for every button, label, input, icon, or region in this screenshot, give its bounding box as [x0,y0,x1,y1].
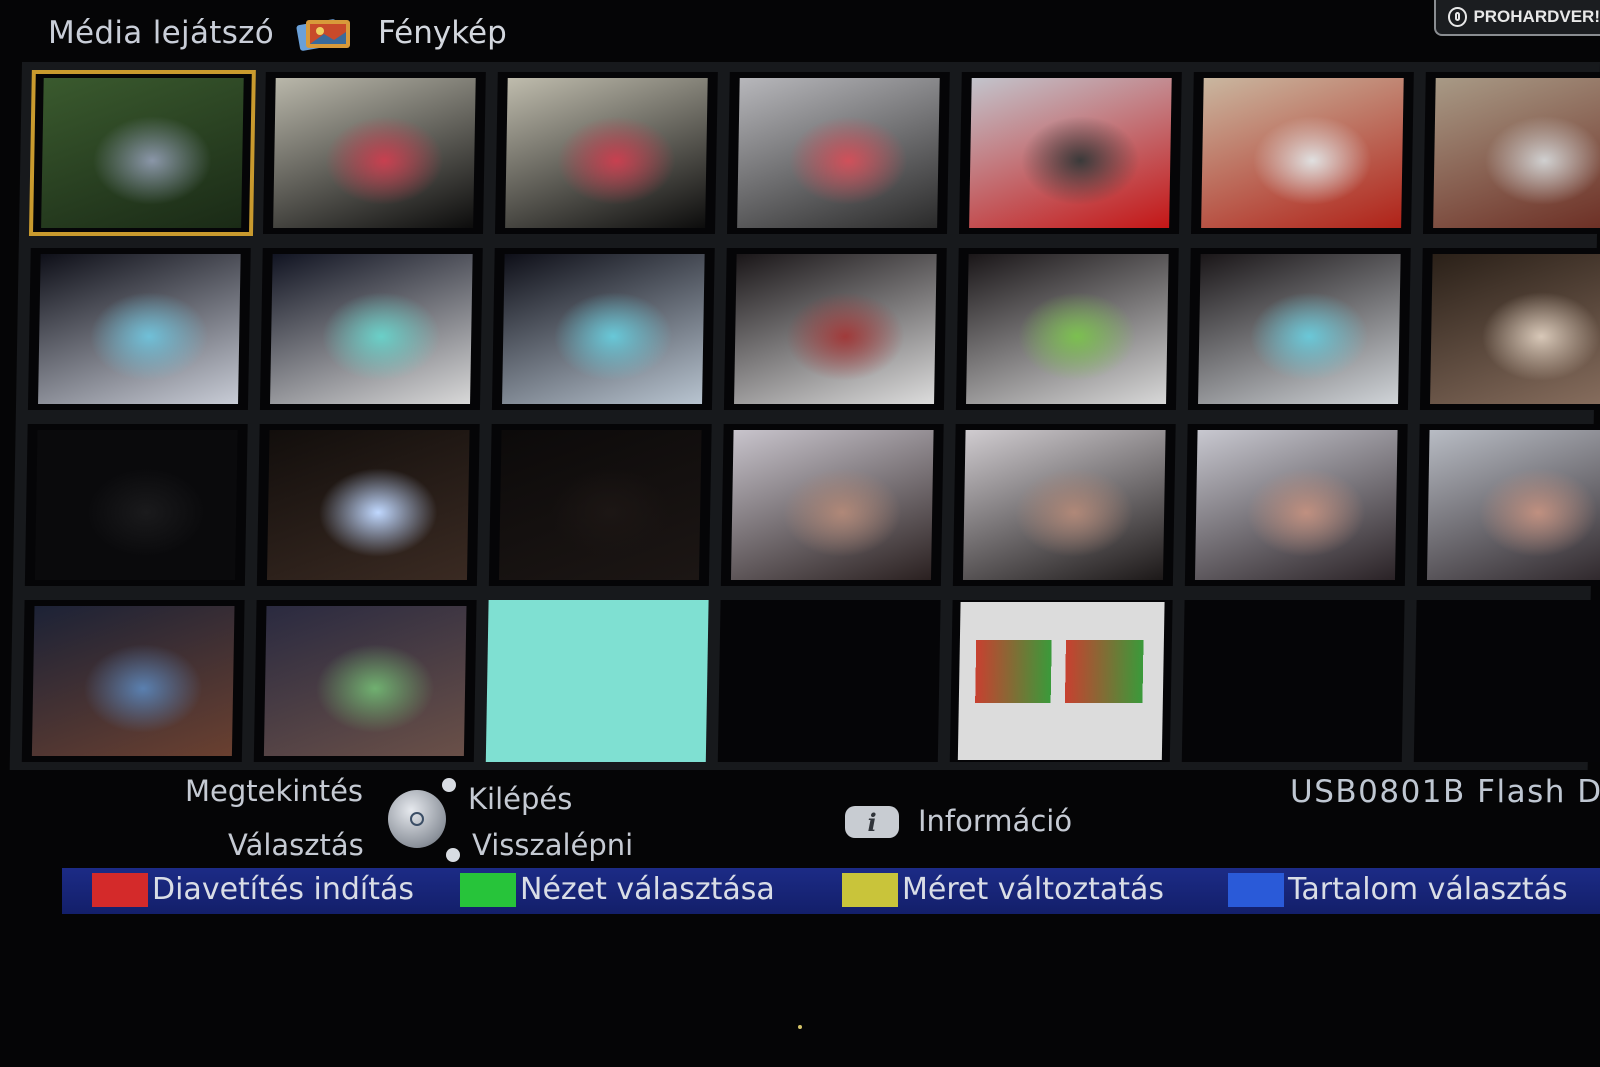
red-key-label: Diavetítés indítás [152,872,415,907]
photo-thumbnail[interactable] [21,600,245,762]
thumbnail-image [498,430,702,580]
photo-stack-icon [296,14,356,52]
thumbnail-image [38,254,241,404]
green-key-icon [460,872,516,907]
view-hint: Megtekintés [185,774,364,808]
photo-thumbnail[interactable] [952,424,1176,586]
thumbnail-image [957,602,1165,760]
info-label: Információ [918,804,1073,838]
green-key-view[interactable]: Nézet választása [460,872,775,907]
yellow-key-icon [842,872,898,907]
device-name: USB0801B Flash D [1290,774,1600,810]
tv-standby-led [798,1025,802,1029]
thumbnail-image [273,78,476,228]
photo-thumbnail[interactable] [28,70,256,236]
thumbnail-image [502,254,705,404]
exit-hint: Kilépés [468,782,573,816]
photo-thumbnail[interactable] [1413,600,1600,762]
photo-thumbnail[interactable] [720,424,944,586]
green-key-label: Nézet választása [520,872,775,907]
photo-thumbnail[interactable] [955,248,1179,410]
thumbnail-image [1198,254,1401,404]
watermark: PROHARDVER! [1434,0,1600,36]
thumbnail-image [737,78,940,228]
back-hint: Visszalépni [472,828,634,862]
photo-thumbnail[interactable] [1190,72,1414,234]
photo-thumbnail[interactable] [958,72,1182,234]
photo-thumbnail[interactable] [494,72,718,234]
photo-thumbnail[interactable] [256,424,480,586]
app-title: Média lejátszó [48,15,274,51]
yellow-key-label: Méret változtatás [902,872,1165,907]
red-key-slideshow[interactable]: Diavetítés indítás [92,872,414,907]
prohardver-logo-icon [1448,7,1468,27]
thumbnail-image [730,430,934,580]
photo-thumbnail[interactable] [1187,248,1411,410]
photo-thumbnail[interactable] [253,600,477,762]
exit-dot-icon [442,778,456,792]
photo-thumbnail[interactable] [485,600,709,762]
thumbnail-image [734,254,937,404]
photo-thumbnail[interactable] [259,248,483,410]
thumbnail-image [1194,430,1398,580]
thumbnail-image [969,78,1172,228]
info-icon: i [845,806,899,838]
yellow-key-size[interactable]: Méret változtatás [842,872,1164,907]
thumbnail-image [1433,78,1600,228]
photo-thumbnail[interactable] [1416,424,1600,586]
photo-thumbnail[interactable] [726,72,950,234]
thumbnail-image [1430,254,1600,404]
photo-thumbnail[interactable] [24,424,248,586]
thumbnail-grid [21,70,1600,762]
thumbnail-image [962,430,1166,580]
photo-thumbnail[interactable] [488,424,712,586]
photo-thumbnail[interactable] [262,72,486,234]
thumbnail-grid-panel [9,62,1600,770]
photo-thumbnail[interactable] [27,248,251,410]
photo-thumbnail[interactable] [1184,424,1408,586]
back-dot-icon [446,848,460,862]
thumbnail-image [505,78,708,228]
remote-dpad-icon [388,790,446,848]
red-key-icon [92,872,148,907]
watermark-text: PROHARDVER! [1473,7,1600,26]
photo-thumbnail[interactable] [491,248,715,410]
thumbnail-image [263,606,467,756]
photo-thumbnail[interactable] [723,248,947,410]
thumbnail-image [1426,430,1600,580]
photo-thumbnail[interactable] [1181,600,1405,762]
select-hint: Választás [228,828,364,862]
thumbnail-image [270,254,473,404]
photo-thumbnail[interactable] [949,600,1173,762]
photo-thumbnail[interactable] [717,600,941,762]
thumbnail-image [966,254,1169,404]
section-title: Fénykép [378,15,507,51]
photo-thumbnail[interactable] [1422,72,1600,234]
blue-key-content[interactable]: Tartalom választás [1228,872,1568,907]
photo-thumbnail[interactable] [1419,248,1600,410]
thumbnail-image [41,78,244,228]
thumbnail-image [34,430,238,580]
color-key-bar: Diavetítés indítás Nézet választása Mére… [62,868,1600,914]
thumbnail-image [266,430,470,580]
thumbnail-image [31,606,235,756]
header: Média lejátszó Fénykép [48,8,507,58]
blue-key-label: Tartalom választás [1288,872,1568,907]
thumbnail-image [1201,78,1404,228]
blue-key-icon [1228,872,1284,907]
